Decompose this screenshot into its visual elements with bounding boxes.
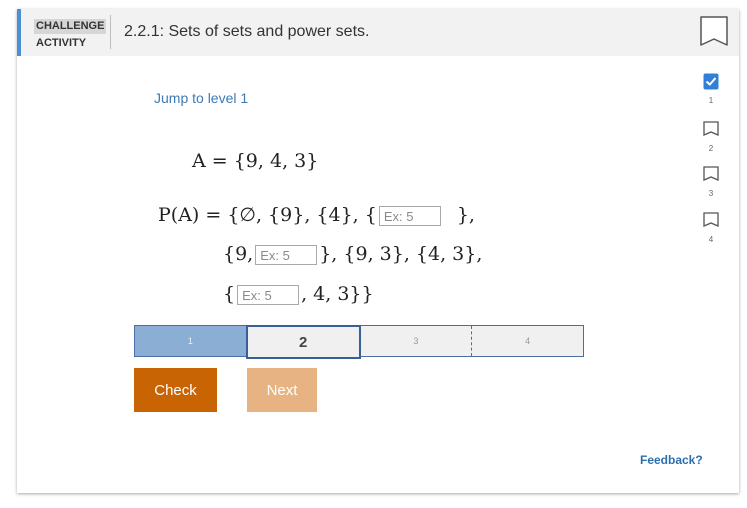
activity-label: CHALLENGE ACTIVITY [34,16,114,49]
power-set-prefix: P(A) = {∅, {9}, {4}, { [158,204,377,226]
power-set-suffix-2: }, {9, 3}, {4, 3}, [319,243,483,265]
jump-to-level-link[interactable]: Jump to level 1 [154,90,248,106]
set-a-definition: A = {9, 4, 3} [192,150,319,172]
side-level-1[interactable]: 1 [703,73,719,105]
side-level-2-number: 2 [708,144,714,153]
power-set-prefix-2: {9, [223,243,254,265]
next-button[interactable]: Next [247,368,317,412]
power-set-line-3: { , 4, 3}} [223,283,374,305]
side-level-4[interactable]: 4 [703,212,719,244]
check-button[interactable]: Check [134,368,217,412]
level-box-icon [703,166,719,181]
answer-input-2[interactable] [255,245,318,265]
header-divider [110,15,111,49]
level-3-segment: 3 [361,326,473,356]
power-set-line-1: P(A) = {∅, {9}, {4}, {}, [158,204,475,226]
side-level-3[interactable]: 3 [703,166,719,198]
bookmark-icon[interactable] [699,15,729,56]
activity-title: 2.2.1: Sets of sets and power sets. [124,23,370,40]
checkmark-icon [703,73,719,90]
level-4-segment: 4 [525,336,531,346]
activity-header: CHALLENGE ACTIVITY 2.2.1: Sets of sets a… [17,9,739,56]
side-level-2[interactable]: 2 [703,121,719,153]
side-level-3-number: 3 [708,189,714,198]
power-set-line-2: {9, }, {9, 3}, {4, 3}, [223,243,482,265]
activity-type-label: ACTIVITY [36,37,87,49]
answer-input-1[interactable] [378,206,441,226]
side-level-4-number: 4 [708,235,714,244]
level-box-icon [703,212,719,227]
power-set-suffix-1: }, [456,204,475,226]
side-level-1-number: 1 [708,96,714,105]
level-2-segment[interactable]: 2 [245,325,361,359]
challenge-label: CHALLENGE [34,19,107,34]
power-set-prefix-3: { [223,283,236,305]
feedback-link[interactable]: Feedback? [640,453,703,467]
challenge-card: CHALLENGE ACTIVITY 2.2.1: Sets of sets a… [17,9,739,493]
level-box-icon [703,121,719,136]
power-set-suffix-3: , 4, 3}} [301,283,374,305]
level-progress-bar: 1 2 3 4 [134,325,584,359]
level-1-segment[interactable]: 1 [135,326,246,356]
answer-input-3[interactable] [237,285,300,305]
